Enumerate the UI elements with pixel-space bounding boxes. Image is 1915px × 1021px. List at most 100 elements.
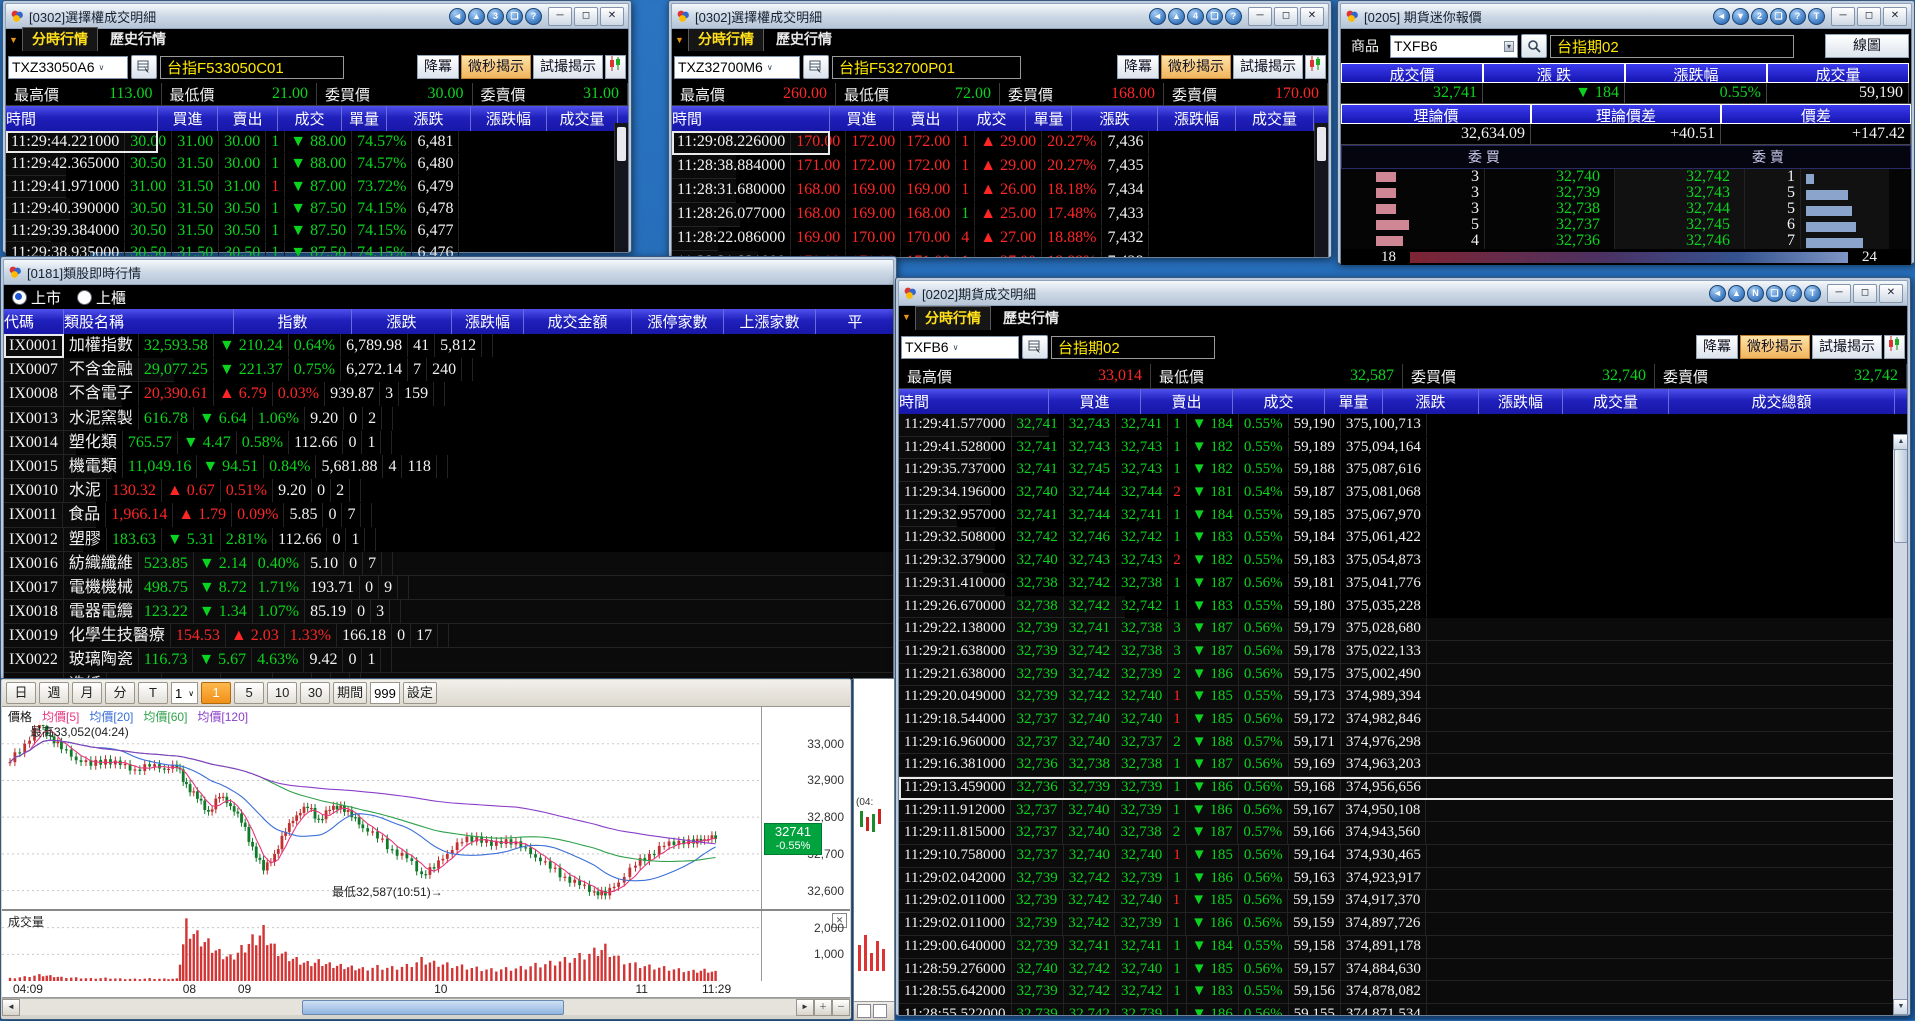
column-header[interactable]: 成交 (958, 106, 1026, 131)
column-header[interactable]: 賣出 (1141, 389, 1233, 414)
column-header[interactable]: 漲停家數 (632, 309, 724, 334)
column-header[interactable]: 理論價差 (1531, 104, 1721, 124)
table-row[interactable]: IX0022玻璃陶瓷116.73▼ 5.674.63%9.4201 (4, 648, 893, 672)
column-header[interactable]: 賣出 (218, 106, 278, 131)
table-row[interactable]: 11:29:16.38100032,73632,73832,7381▼ 1870… (899, 754, 1907, 777)
sort-desc-button[interactable]: 降冪 (1696, 335, 1738, 359)
column-header[interactable]: 單量 (1325, 389, 1383, 414)
table-row[interactable]: 11:28:55.52200032,73932,74232,7391▼ 1860… (899, 1004, 1907, 1016)
titlebar-icon[interactable]: ❏ (1206, 8, 1223, 25)
symbol-combobox[interactable]: TXFB6▾ (1390, 35, 1518, 58)
tab-history[interactable]: 歷史行情 (101, 28, 175, 51)
column-header[interactable]: 成交總額 (1669, 389, 1895, 414)
column-header[interactable]: 賣出 (894, 106, 958, 131)
table-row[interactable]: 11:29:02.01100032,73932,74232,7391▼ 1860… (899, 913, 1907, 936)
column-header[interactable]: 漲跌 (1383, 389, 1479, 414)
table-row[interactable]: 11:29:41.57700032,74132,74332,7411▼ 1840… (899, 414, 1049, 437)
sort-desc-button[interactable]: 降冪 (417, 55, 459, 79)
line-chart-button[interactable]: 線圖 (1825, 34, 1909, 58)
period-count-input[interactable]: 999 (370, 682, 400, 704)
column-header[interactable]: 漲跌幅 (1625, 63, 1767, 83)
table-row[interactable]: 11:29:21.63800032,73932,74232,7392▼ 1860… (899, 664, 1907, 687)
table-row[interactable]: IX0011食品1,966.14▲ 1.790.09%5.8507 (4, 503, 96, 527)
table-row[interactable]: 11:29:13.45900032,73632,73932,7391▼ 1860… (899, 777, 1907, 800)
microsecond-button[interactable]: 微秒揭示 (1161, 55, 1231, 79)
period-button-分[interactable]: 分 (105, 682, 135, 704)
table-row[interactable]: 11:29:21.63800032,73932,74232,7383▼ 1870… (899, 641, 1907, 664)
minimize-button[interactable]: ─ (1831, 7, 1855, 26)
column-header[interactable]: 漲跌 (352, 309, 452, 334)
table-row[interactable]: 11:29:00.64000032,73932,74132,7411▼ 1840… (899, 936, 1907, 959)
scroll-up-icon[interactable]: ▲ (1893, 434, 1908, 450)
titlebar-icon[interactable]: ? (1785, 285, 1802, 302)
titlebar-icon[interactable]: ◄ (1713, 8, 1730, 25)
quick-minute-button-1[interactable]: 1 (201, 682, 231, 704)
candle-chart-button[interactable] (605, 55, 626, 79)
table-row[interactable]: 11:29:10.75800032,73732,74032,7401▼ 1850… (899, 845, 1907, 868)
horizontal-scrollbar[interactable]: ◄ ► ＋ － (2, 998, 850, 1015)
titlebar-icon[interactable]: ◄ (1709, 285, 1726, 302)
column-header[interactable]: 漲跌幅 (1158, 106, 1236, 131)
vertical-scrollbar[interactable]: ▲ ▼ (1893, 434, 1907, 1015)
radio-listed[interactable]: 上市 (12, 287, 61, 308)
table-row[interactable]: 11:29:02.04200032,73932,74232,7391▼ 1860… (899, 868, 1907, 891)
column-header[interactable]: 漲跌幅 (471, 106, 547, 131)
symbol-lookup-button[interactable] (131, 55, 157, 79)
table-row[interactable]: 11:29:32.50800032,74232,74632,7421▼ 1830… (899, 527, 995, 550)
radio-otc[interactable]: 上櫃 (77, 287, 126, 308)
column-header[interactable]: 成交價 (1341, 63, 1483, 83)
table-row[interactable]: 11:29:31.41000032,73832,74232,7381▼ 1870… (899, 573, 1005, 596)
table-row[interactable]: IX0017電機機械498.75▼ 8.721.71%193.7109 (4, 576, 893, 600)
table-row[interactable]: IX0001加權指數32,593.58▼ 210.240.64%6,789.98… (4, 334, 64, 358)
settings-button[interactable]: 設定 (403, 682, 437, 704)
quick-minute-button-30[interactable]: 30 (300, 682, 330, 704)
column-header[interactable]: 漲跌幅 (452, 309, 524, 334)
symbol-combobox[interactable]: TXFB6∨ (901, 336, 1019, 359)
scroll-right-icon[interactable]: ► (796, 999, 814, 1016)
column-header[interactable]: 漲 跌 (1483, 63, 1625, 83)
table-row[interactable]: 11:28:31.680000168.00169.00169.001▲ 26.0… (672, 179, 736, 203)
table-row[interactable]: 11:29:08.226000170.00172.00172.001▲ 29.0… (672, 131, 830, 155)
table-row[interactable]: 11:29:34.19600032,74032,74432,7442▼ 1810… (899, 482, 991, 505)
titlebar-icon[interactable]: ? (1225, 8, 1242, 25)
table-row[interactable]: 532,73732,7456 (1341, 217, 1911, 233)
trial-match-button[interactable]: 試撮揭示 (1233, 55, 1303, 79)
minimize-button[interactable]: ─ (1248, 7, 1272, 26)
titlebar-icon[interactable]: ▲ (1728, 285, 1745, 302)
column-header[interactable]: 漲跌 (1072, 106, 1158, 131)
table-row[interactable]: IX0007不含金融29,077.25▼ 221.370.75%6,272.14… (4, 358, 174, 382)
maximize-button[interactable]: ◻ (574, 7, 598, 26)
titlebar-icon[interactable]: ❏ (506, 8, 523, 25)
zoom-in-icon[interactable]: ＋ (814, 999, 832, 1016)
titlebar-icon[interactable]: ◄ (449, 8, 466, 25)
titlebar-icon[interactable]: ▲ (468, 8, 485, 25)
table-row[interactable]: 11:28:55.64200032,73932,74232,7421▼ 1830… (899, 981, 1907, 1004)
table-row[interactable]: IX0015機電類11,049.16▼ 94.510.84%5,681.8841… (4, 455, 112, 479)
column-header[interactable]: 漲跌 (387, 106, 471, 131)
microsecond-button[interactable]: 微秒揭示 (1740, 335, 1810, 359)
tab-realtime[interactable]: 分時行情 (915, 306, 991, 330)
table-row[interactable]: 11:29:20.04900032,73932,74232,7401▼ 1850… (899, 686, 1907, 709)
candle-chart-button[interactable] (1884, 335, 1905, 359)
column-header[interactable]: 買進 (158, 106, 218, 131)
table-row[interactable]: 11:29:32.95700032,74132,74432,7411▼ 1840… (899, 505, 957, 528)
titlebar-icon[interactable]: N (1747, 285, 1764, 302)
table-row[interactable]: 11:28:26.077000168.00169.00168.001▲ 25.0… (672, 203, 740, 227)
table-row[interactable]: 11:29:40.39000030.5031.5030.501▼ 87.5074… (6, 198, 70, 220)
column-header[interactable]: 漲跌幅 (1479, 389, 1563, 414)
table-row[interactable]: 332,73932,7435 (1341, 185, 1911, 201)
column-header[interactable]: 買進 (830, 106, 894, 131)
scroll-left-icon[interactable]: ◄ (2, 999, 20, 1016)
column-header[interactable]: 單量 (1026, 106, 1072, 131)
column-header[interactable]: 成交量 (1236, 106, 1314, 131)
column-header[interactable]: 上漲家數 (724, 309, 816, 334)
minute-combobox[interactable]: 1∨ (171, 682, 198, 704)
table-row[interactable]: 11:28:59.27600032,74032,74232,7401▼ 1850… (899, 959, 1907, 982)
period-label-button[interactable]: 期間 (333, 682, 367, 704)
table-row[interactable]: 11:29:41.52800032,74132,74332,7431▼ 1820… (899, 437, 991, 460)
column-header[interactable]: 成交量 (1767, 63, 1909, 83)
column-header[interactable]: 成交 (278, 106, 342, 131)
titlebar-icon[interactable]: ❏ (1766, 285, 1783, 302)
column-header[interactable]: 類股名稱 (64, 309, 234, 334)
table-row[interactable]: 11:29:35.73700032,74132,74532,7431▼ 1820… (899, 459, 991, 482)
